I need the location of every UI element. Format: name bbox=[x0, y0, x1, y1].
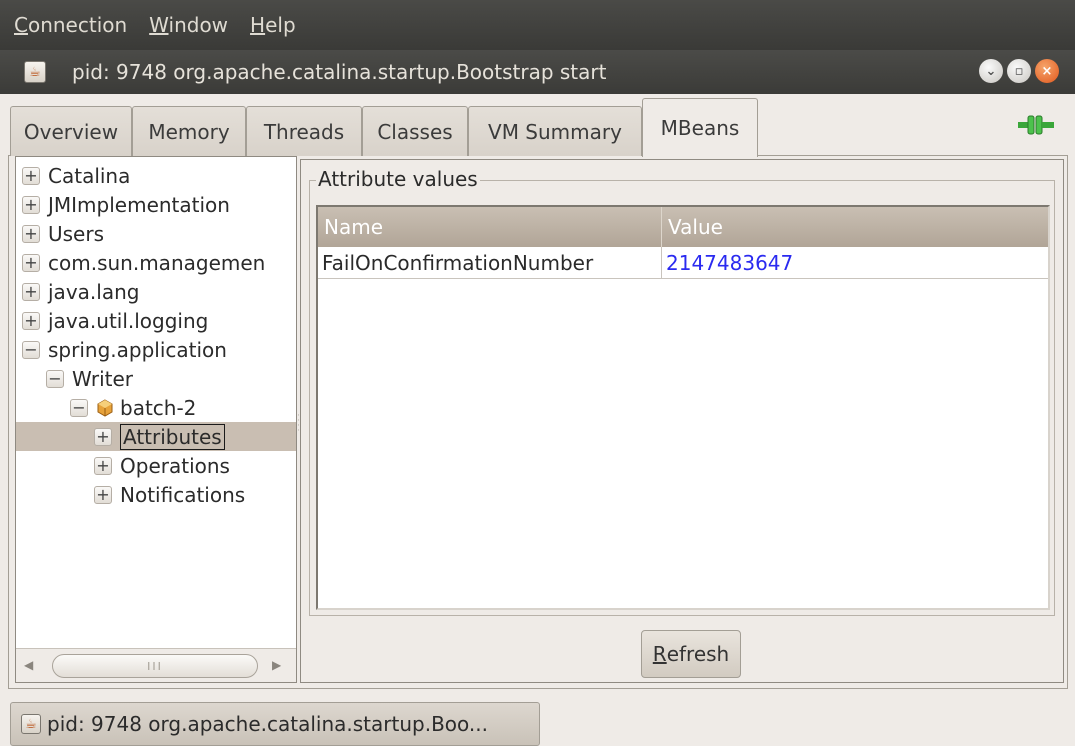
tree-node-spring-application[interactable]: − spring.application bbox=[16, 335, 296, 364]
taskbar-window-button[interactable]: ☕ pid: 9748 org.apache.catalina.startup.… bbox=[10, 702, 540, 746]
tab-memory[interactable]: Memory bbox=[132, 106, 246, 156]
tab-overview[interactable]: Overview bbox=[10, 106, 132, 156]
tree-node-jmimplementation[interactable]: + JMImplementation bbox=[16, 190, 296, 219]
collapse-icon[interactable]: − bbox=[70, 398, 88, 417]
expand-icon[interactable]: + bbox=[94, 456, 112, 475]
collapse-icon[interactable]: − bbox=[22, 340, 40, 359]
attribute-value-cell[interactable]: 2147483647 bbox=[662, 247, 1048, 279]
tree-node-operations[interactable]: + Operations bbox=[16, 451, 296, 480]
tree-node-label: batch-2 bbox=[120, 395, 197, 420]
tree-node-label: java.lang bbox=[48, 279, 140, 304]
tree-node-label: Catalina bbox=[48, 163, 131, 188]
tree-node-notifications[interactable]: + Notifications bbox=[16, 480, 296, 509]
attribute-values-group: Attribute values Name Value FailOnConfir… bbox=[309, 167, 1055, 616]
expand-icon[interactable]: + bbox=[22, 166, 40, 185]
tree-node-java-util-logging[interactable]: + java.util.logging bbox=[16, 306, 296, 335]
tree-node-label: com.sun.managemen bbox=[48, 250, 266, 275]
refresh-button[interactable]: Refresh bbox=[641, 630, 741, 678]
menu-help-label: elp bbox=[265, 13, 296, 37]
maximize-icon[interactable]: ▫ bbox=[1007, 59, 1031, 83]
attributes-pane: Attribute values Name Value FailOnConfir… bbox=[300, 159, 1064, 683]
java-icon: ☕ bbox=[21, 714, 41, 734]
column-header-value[interactable]: Value bbox=[662, 207, 1048, 247]
tab-classes[interactable]: Classes bbox=[362, 106, 468, 156]
connection-status-icon[interactable] bbox=[1018, 114, 1054, 136]
tree-node-users[interactable]: + Users bbox=[16, 219, 296, 248]
expand-icon[interactable]: + bbox=[22, 195, 40, 214]
close-icon[interactable]: × bbox=[1035, 59, 1059, 83]
window-title: pid: 9748 org.apache.catalina.startup.Bo… bbox=[72, 60, 607, 84]
tree-node-attributes[interactable]: + Attributes bbox=[16, 422, 296, 451]
attribute-table[interactable]: Name Value FailOnConfirmationNumber 2147… bbox=[316, 205, 1050, 610]
scroll-right-icon[interactable]: ▶ bbox=[272, 658, 281, 672]
scroll-left-icon[interactable]: ◀ bbox=[24, 658, 33, 672]
tab-overview-label: Overview bbox=[23, 119, 119, 144]
tab-threads-label: Threads bbox=[263, 119, 345, 144]
mbean-tree[interactable]: + Catalina + JMImplementation + Users + … bbox=[15, 156, 297, 683]
collapse-icon[interactable]: − bbox=[46, 369, 64, 388]
menu-window-label: indow bbox=[168, 13, 229, 37]
menu-connection-mnemonic: C bbox=[14, 13, 28, 37]
menu-help[interactable]: Help bbox=[250, 13, 296, 37]
tree-node-label: JMImplementation bbox=[48, 192, 230, 217]
tree-node-label: Operations bbox=[120, 453, 230, 478]
tree-node-writer[interactable]: − Writer bbox=[16, 364, 296, 393]
expand-icon[interactable]: + bbox=[22, 224, 40, 243]
scroll-thumb[interactable]: III bbox=[52, 654, 258, 678]
expand-icon[interactable]: + bbox=[94, 485, 112, 504]
taskbar-window-label: pid: 9748 org.apache.catalina.startup.Bo… bbox=[47, 712, 488, 736]
expand-icon[interactable]: + bbox=[94, 427, 112, 446]
java-icon: ☕ bbox=[24, 61, 46, 83]
refresh-mnemonic: R bbox=[652, 642, 667, 666]
tree-node-batch-2[interactable]: − batch-2 bbox=[16, 393, 296, 422]
window-controls: ⌄ ▫ × bbox=[979, 59, 1059, 83]
table-header: Name Value bbox=[318, 207, 1048, 247]
menu-bar: Connection Window Help bbox=[0, 0, 1075, 50]
mbeans-panel: + Catalina + JMImplementation + Users + … bbox=[8, 156, 1068, 689]
menu-connection-label: onnection bbox=[27, 13, 128, 37]
tab-vm-summary[interactable]: VM Summary bbox=[468, 106, 642, 156]
bean-icon bbox=[97, 398, 113, 417]
tab-memory-label: Memory bbox=[148, 119, 230, 144]
expand-icon[interactable]: + bbox=[22, 253, 40, 272]
tab-vm-summary-label: VM Summary bbox=[488, 119, 622, 144]
tree-node-label: spring.application bbox=[48, 337, 227, 362]
tree-horizontal-scrollbar[interactable]: ◀ III ▶ bbox=[16, 648, 296, 682]
minimize-icon[interactable]: ⌄ bbox=[979, 59, 1003, 83]
window-title-bar[interactable]: ☕ pid: 9748 org.apache.catalina.startup.… bbox=[0, 50, 1075, 94]
expand-icon[interactable]: + bbox=[22, 282, 40, 301]
attribute-name-cell[interactable]: FailOnConfirmationNumber bbox=[318, 247, 662, 279]
menu-connection[interactable]: Connection bbox=[14, 13, 127, 37]
tree-node-com-sun-management[interactable]: + com.sun.managemen bbox=[16, 248, 296, 277]
menu-help-mnemonic: H bbox=[250, 13, 266, 37]
tab-mbeans-label: MBeans bbox=[660, 116, 740, 140]
menu-window-mnemonic: W bbox=[149, 13, 169, 37]
tree-node-java-lang[interactable]: + java.lang bbox=[16, 277, 296, 306]
tree-node-label: Attributes bbox=[120, 423, 225, 450]
table-row[interactable]: FailOnConfirmationNumber 2147483647 bbox=[318, 247, 1048, 279]
tab-mbeans[interactable]: MBeans bbox=[642, 98, 758, 157]
group-title: Attribute values bbox=[316, 167, 480, 191]
tree-node-catalina[interactable]: + Catalina bbox=[16, 161, 296, 190]
tab-classes-label: Classes bbox=[377, 119, 453, 144]
menu-window[interactable]: Window bbox=[149, 13, 228, 37]
column-header-name[interactable]: Name bbox=[318, 207, 662, 247]
refresh-label: efresh bbox=[666, 642, 730, 666]
tree-node-label: java.util.logging bbox=[48, 308, 209, 333]
tab-strip: Overview Memory Threads Classes VM Summa… bbox=[8, 98, 1068, 157]
tree-node-label: Writer bbox=[72, 366, 134, 391]
tree-node-label: Notifications bbox=[120, 482, 246, 507]
tree-node-label: Users bbox=[48, 221, 105, 246]
tab-threads[interactable]: Threads bbox=[246, 106, 362, 156]
expand-icon[interactable]: + bbox=[22, 311, 40, 330]
